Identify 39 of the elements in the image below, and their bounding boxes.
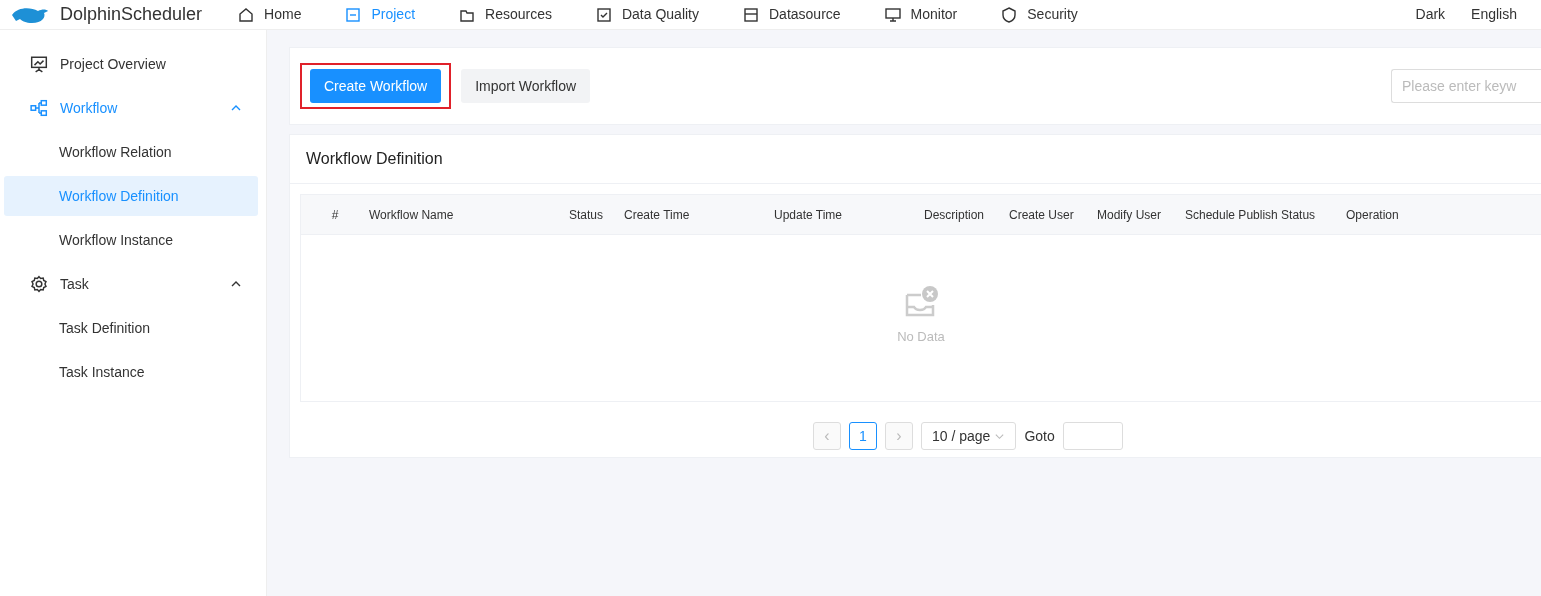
column-header: Operation — [1346, 206, 1400, 224]
brand-name: DolphinScheduler — [60, 3, 203, 26]
sidebar-item[interactable]: Task Instance — [4, 352, 258, 392]
column-header: Description — [924, 206, 986, 224]
monitor-icon — [884, 6, 901, 23]
search-field[interactable]: Please enter keyw — [1391, 69, 1541, 103]
column-header: Create User — [1009, 206, 1075, 224]
nav-tab[interactable]: Data Quality — [595, 4, 699, 25]
column-header: Workflow Name — [369, 206, 455, 224]
checklist-icon — [595, 6, 612, 23]
page-size-select[interactable]: 10 / page — [921, 422, 1017, 450]
shield-icon — [1001, 6, 1018, 23]
column-header: Schedule Publish Status — [1185, 206, 1317, 224]
theme-toggle[interactable]: Dark — [1415, 4, 1446, 25]
goto-field[interactable] — [1062, 422, 1123, 450]
nav-tab[interactable]: Resources — [459, 4, 552, 25]
sidebar-item[interactable]: Workflow Instance — [4, 220, 258, 260]
column-header: Modify User — [1097, 206, 1162, 224]
import-button[interactable]: Import Workflow — [461, 69, 591, 103]
column-header: # — [330, 206, 340, 224]
presentation-icon — [30, 55, 48, 73]
sidebar-item[interactable]: Project Overview — [4, 44, 258, 84]
flow-chart-icon — [30, 99, 48, 117]
column-header: Status — [569, 206, 605, 224]
nav-tab[interactable]: Security — [1001, 4, 1078, 25]
nav-tab[interactable]: Datasource — [743, 4, 841, 25]
column-header: Update Time — [774, 206, 844, 224]
sidebar-item[interactable]: Workflow Relation — [4, 132, 258, 172]
column-header: Create Time — [624, 206, 691, 224]
card-title: Workflow Definition — [290, 135, 1541, 184]
language-select[interactable]: English — [1471, 4, 1517, 25]
goto-label: Goto — [1024, 426, 1055, 446]
empty-message: No Data — [897, 328, 945, 346]
settings-icon — [30, 275, 48, 293]
nav-tab[interactable]: Home — [238, 4, 302, 25]
nav-tab[interactable]: Monitor — [884, 4, 958, 25]
sidebar-item[interactable]: Task — [4, 264, 258, 304]
sidebar-item[interactable]: Task Definition — [4, 308, 258, 348]
home-icon — [238, 6, 255, 23]
